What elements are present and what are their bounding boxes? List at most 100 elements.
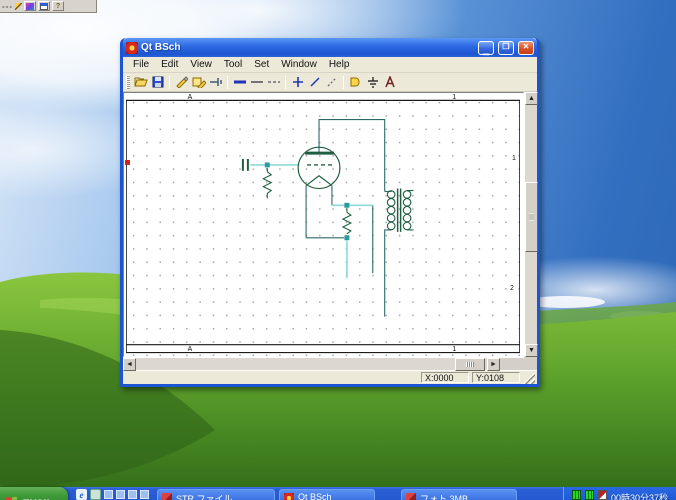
desktop: { "desktop": { "mini_toolbar": { "dashes… xyxy=(0,0,676,500)
part-edit-button[interactable] xyxy=(190,74,207,90)
start-button[interactable]: пуск xyxy=(0,487,68,500)
line-icon xyxy=(309,77,320,87)
open-icon xyxy=(133,77,148,87)
junction-dot[interactable] xyxy=(264,162,270,168)
scrollbar-corner xyxy=(524,357,537,370)
menu-set[interactable]: Set xyxy=(248,58,275,71)
status-indicator-icon[interactable] xyxy=(571,490,581,500)
dashed-line-button[interactable] xyxy=(323,74,340,90)
windows-flag-icon xyxy=(6,496,18,500)
zone-label-right-2: 2 xyxy=(510,285,514,292)
tray-app-icon[interactable] xyxy=(597,490,607,500)
palette-icon xyxy=(26,2,34,10)
menubar: File Edit View Tool Set Window Help xyxy=(123,57,537,73)
schematic-canvas[interactable]: A 1 A 1 1 2 xyxy=(123,92,524,357)
menu-help[interactable]: Help xyxy=(323,58,356,71)
taskbar-button-label: Qt BSch xyxy=(298,492,332,500)
bus-button[interactable] xyxy=(231,74,248,90)
toolbar-separator xyxy=(343,75,344,89)
menu-view[interactable]: View xyxy=(184,58,218,71)
document-icon[interactable] xyxy=(90,489,101,500)
plate-wire[interactable] xyxy=(318,119,386,192)
clock: 00時30分37秒 xyxy=(610,493,668,500)
quick-launch-icon[interactable] xyxy=(128,490,137,499)
taskbar: пуск e STR ファイル Qt BSch フォト 3MB 00時30分37… xyxy=(0,487,676,500)
menu-edit[interactable]: Edit xyxy=(155,58,184,71)
junction-dot[interactable] xyxy=(344,202,350,208)
pin-icon xyxy=(210,78,222,86)
menu-file[interactable]: File xyxy=(127,58,155,71)
cathode-resistor-symbol[interactable] xyxy=(341,208,353,235)
zone-label-bottom-a: A xyxy=(188,346,193,353)
primary-bottom-wire[interactable] xyxy=(384,229,392,317)
gate-icon xyxy=(350,77,359,87)
scroll-down-button[interactable]: ▼ xyxy=(525,344,538,357)
capacitor-symbol[interactable] xyxy=(241,158,249,171)
titlebar[interactable]: Qt BSch ▁ ❒ ✕ xyxy=(123,38,537,57)
statusbar: X:0000 Y:0108 xyxy=(123,370,537,384)
horizontal-scrollbar[interactable]: ◄ ► xyxy=(123,357,500,371)
resize-grip[interactable] xyxy=(523,371,535,384)
pin-button[interactable] xyxy=(207,74,224,90)
photo-app-icon xyxy=(406,493,416,500)
window-icon xyxy=(40,2,48,10)
save-button[interactable] xyxy=(149,74,166,90)
app-icon xyxy=(126,41,138,54)
taskbar-button-file[interactable]: STR ファイル xyxy=(157,489,275,500)
taskbar-button-label: STR ファイル xyxy=(176,494,233,500)
quick-launch-icon[interactable] xyxy=(140,490,149,499)
vertical-scrollbar[interactable]: ▲ ▼ xyxy=(524,92,538,357)
taskbar-button-photo[interactable]: フォト 3MB xyxy=(401,489,517,500)
help-button[interactable]: ? xyxy=(52,1,64,11)
toolbar-separator xyxy=(169,75,170,89)
window-title: Qt BSch xyxy=(141,42,181,53)
toolbar-handle[interactable] xyxy=(126,75,130,89)
palette-button[interactable] xyxy=(24,1,36,11)
status-indicator-icon[interactable] xyxy=(584,490,594,500)
draw-button[interactable] xyxy=(173,74,190,90)
minimize-button[interactable]: ▁ xyxy=(478,40,494,55)
horizontal-scrollbar-row: ◄ ► xyxy=(123,357,524,371)
label-icon xyxy=(384,76,395,88)
transformer-symbol[interactable] xyxy=(386,188,414,232)
bsch-app-icon xyxy=(284,493,294,500)
quick-launch-icon[interactable] xyxy=(116,490,125,499)
quick-launch-icon[interactable] xyxy=(104,490,113,499)
scroll-left-button[interactable]: ◄ xyxy=(123,358,136,371)
save-icon xyxy=(152,76,163,88)
dashed-wire-button[interactable] xyxy=(265,74,282,90)
status-y-coordinate: Y:0108 xyxy=(472,372,520,383)
toolbar xyxy=(123,73,537,92)
taskbar-button-qtbsch[interactable]: Qt BSch xyxy=(279,489,375,500)
start-button-label: пуск xyxy=(22,495,49,500)
close-button[interactable]: ✕ xyxy=(518,40,534,55)
wire-button[interactable] xyxy=(248,74,265,90)
app-window: Qt BSch ▁ ❒ ✕ File Edit View Tool Set Wi… xyxy=(120,38,540,387)
draw-icon xyxy=(176,76,188,88)
maximize-button[interactable]: ❒ xyxy=(498,40,514,55)
triode-tube-symbol[interactable] xyxy=(297,146,341,190)
internet-explorer-icon[interactable]: e xyxy=(76,489,87,500)
crosshair-button[interactable] xyxy=(289,74,306,90)
ground-button[interactable] xyxy=(364,74,381,90)
scroll-right-button[interactable]: ► xyxy=(487,358,500,371)
file-app-icon xyxy=(162,493,172,500)
menu-tool[interactable]: Tool xyxy=(218,58,248,71)
gate-button[interactable] xyxy=(347,74,364,90)
grid-resistor-symbol[interactable] xyxy=(262,167,273,199)
horizontal-scroll-thumb[interactable] xyxy=(455,358,485,371)
junction-dot[interactable] xyxy=(344,235,350,241)
window-button[interactable] xyxy=(38,1,50,11)
label-button[interactable] xyxy=(381,74,398,90)
scroll-up-button[interactable]: ▲ xyxy=(525,92,538,105)
zone-label-bottom-1: 1 xyxy=(452,346,456,353)
canvas-area: A 1 A 1 1 2 ▲ ▼ ◄ ► xyxy=(123,92,538,371)
quick-launch: e xyxy=(68,487,155,500)
menu-window[interactable]: Window xyxy=(275,58,323,71)
line-button[interactable] xyxy=(306,74,323,90)
zone-label-top-1: 1 xyxy=(452,94,456,101)
open-button[interactable] xyxy=(132,74,149,90)
vertical-scroll-thumb[interactable] xyxy=(525,182,538,252)
zone-label-right-1: 1 xyxy=(512,155,516,162)
pen-icon xyxy=(15,2,22,10)
